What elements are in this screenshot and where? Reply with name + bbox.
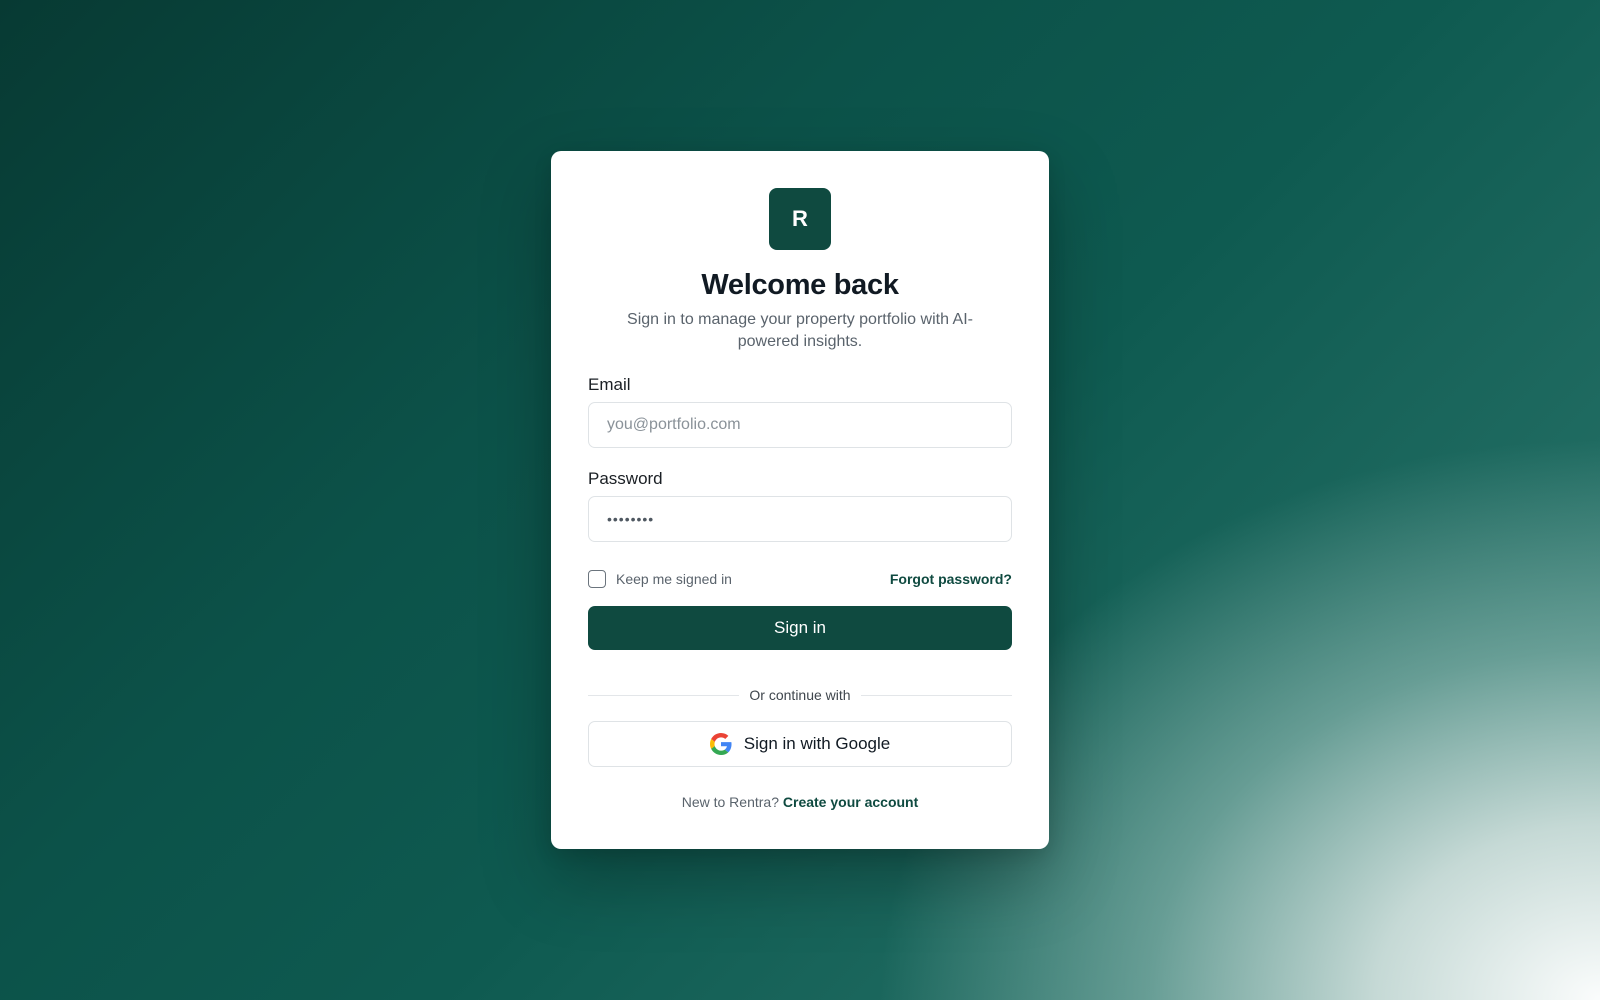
email-input[interactable] xyxy=(588,402,1012,448)
signup-prompt: New to Rentra? Create your account xyxy=(551,794,1049,810)
password-label: Password xyxy=(588,469,663,488)
remember-label: Keep me signed in xyxy=(616,571,732,587)
page-title: Welcome back xyxy=(701,269,899,301)
logo-letter: R xyxy=(792,206,808,231)
password-input[interactable]: •••••••• xyxy=(588,496,1012,542)
google-icon xyxy=(709,733,732,755)
signup-prompt-text: New to Rentra? xyxy=(681,794,779,810)
login-card: R Welcome back Sign in to manage your pr… xyxy=(551,151,1049,849)
page-subtitle: Sign in to manage your property portfoli… xyxy=(627,311,973,350)
forgot-password-link[interactable]: Forgot password? xyxy=(890,571,1012,587)
sign-in-button[interactable]: Sign in xyxy=(588,606,1012,650)
password-value: •••••••• xyxy=(607,511,655,527)
remember-checkbox[interactable] xyxy=(588,570,606,588)
divider-line-left xyxy=(588,694,740,696)
remember-me[interactable]: Keep me signed in xyxy=(588,570,732,588)
brand-logo: R xyxy=(769,188,831,250)
or-divider: Or continue with xyxy=(588,685,1013,705)
create-account-link[interactable]: Create your account xyxy=(783,794,918,810)
divider-text: Or continue with xyxy=(749,687,851,703)
google-sign-in-button[interactable]: Sign in with Google xyxy=(588,721,1012,767)
divider-line-right xyxy=(860,694,1013,696)
google-button-label: Sign in with Google xyxy=(743,734,891,753)
email-label: Email xyxy=(588,375,631,394)
